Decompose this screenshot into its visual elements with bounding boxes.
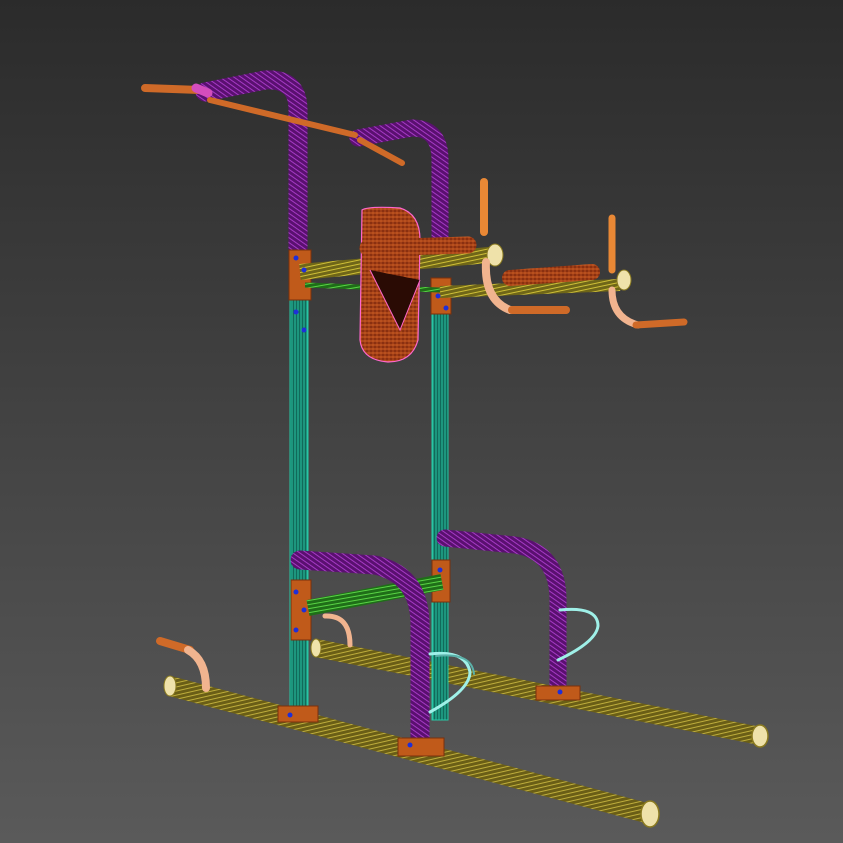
base-cap-front-left (163, 675, 177, 697)
back-pad (359, 206, 421, 363)
base-cap-front-right (640, 800, 660, 828)
armrest-right (502, 264, 600, 286)
armrest-left (359, 236, 477, 257)
3d-viewport[interactable] (0, 0, 843, 843)
base-bracket-left (277, 705, 319, 723)
upright-left (289, 299, 309, 711)
base-cap-back-right (751, 724, 769, 748)
base-bracket-front (397, 737, 445, 757)
base-cap-back-left (310, 638, 322, 658)
power-tower-wireframe (0, 0, 843, 843)
